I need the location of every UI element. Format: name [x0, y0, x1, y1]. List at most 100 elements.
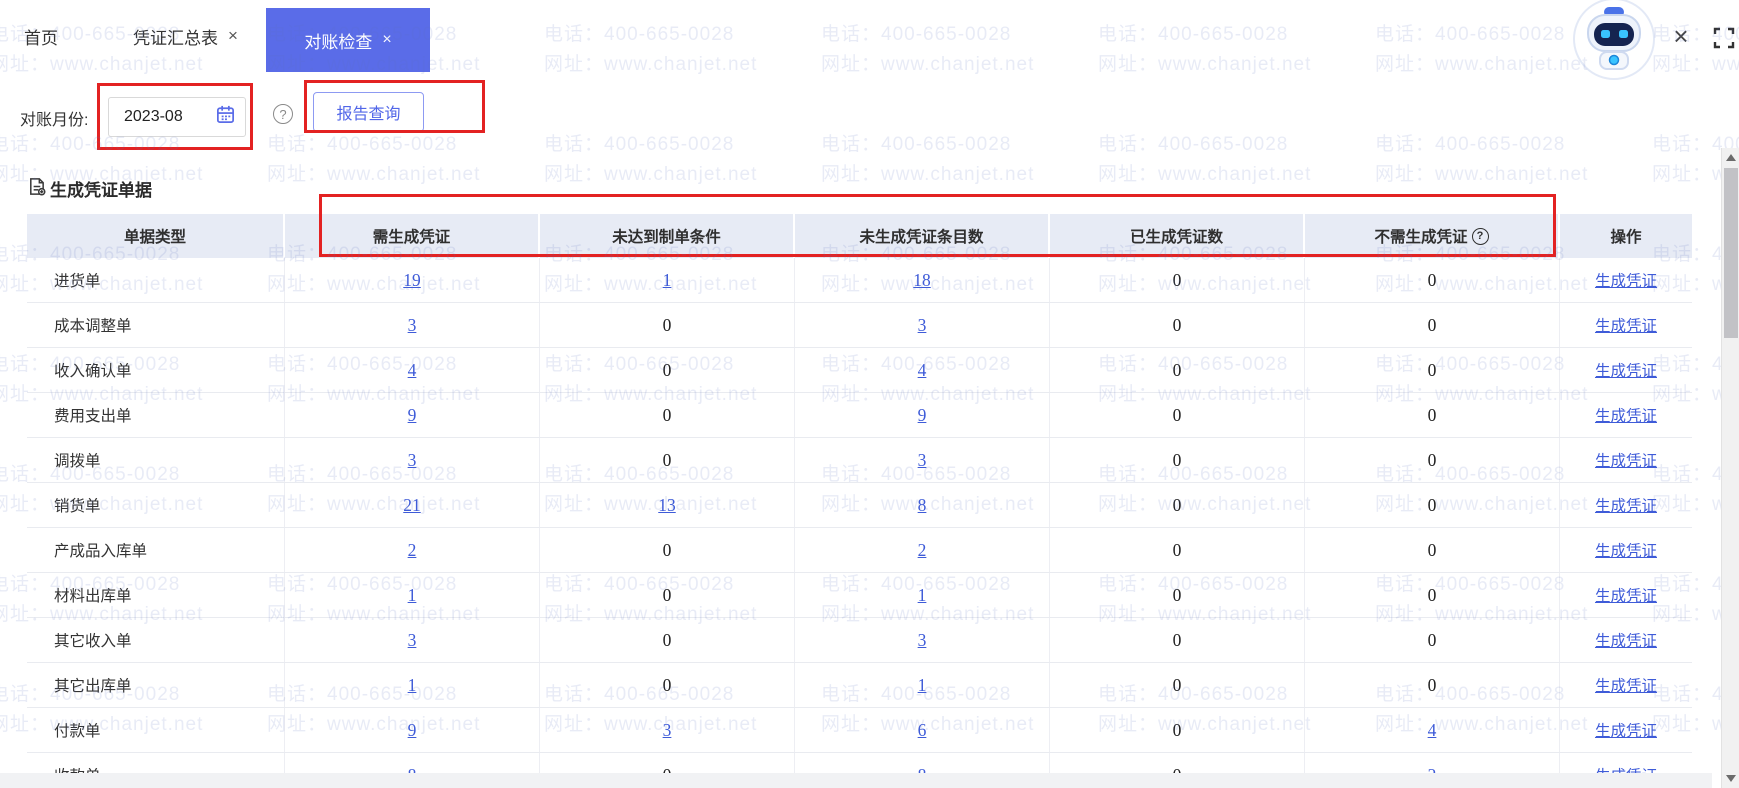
col-header-not-generated: 未生成凭证条目数 [795, 214, 1050, 258]
calendar-icon[interactable] [215, 104, 236, 130]
need-voucher-cell[interactable]: 19 [285, 258, 540, 302]
not-ready-cell: 0 [540, 438, 795, 482]
generate-voucher-link[interactable]: 生成凭证 [1595, 314, 1657, 336]
table-row: 成本调整单 3 0 3 0 0 生成凭证 [27, 303, 1692, 348]
not-ready-cell: 0 [540, 528, 795, 572]
generated-count-cell: 0 [1050, 663, 1305, 707]
need-voucher-cell[interactable]: 9 [285, 393, 540, 437]
doc-type-cell: 销货单 [27, 483, 285, 527]
help-icon[interactable]: ? [1471, 227, 1489, 245]
not-ready-cell[interactable]: 1 [540, 258, 795, 302]
no-need-cell: 0 [1305, 663, 1560, 707]
not-generated-cell[interactable]: 8 [795, 483, 1050, 527]
generated-count-cell: 0 [1050, 528, 1305, 572]
month-value: 2023-08 [124, 108, 183, 125]
need-voucher-cell[interactable]: 2 [285, 528, 540, 572]
generated-count-cell: 0 [1050, 483, 1305, 527]
tab-label: 凭证汇总表 [133, 28, 218, 48]
watermark-text: 电话：400-665-0028网址：www.chanjet.net [1375, 134, 1589, 185]
generate-voucher-link[interactable]: 生成凭证 [1595, 674, 1657, 696]
no-need-cell: 0 [1305, 483, 1560, 527]
need-voucher-cell[interactable]: 1 [285, 663, 540, 707]
month-input[interactable]: 2023-08 [108, 97, 246, 137]
tab-reconciliation-check[interactable]: 对账检查 × [266, 8, 430, 72]
not-generated-cell[interactable]: 1 [795, 663, 1050, 707]
table-row: 费用支出单 9 0 9 0 0 生成凭证 [27, 393, 1692, 438]
not-ready-cell: 0 [540, 393, 795, 437]
doc-type-cell: 产成品入库单 [27, 528, 285, 572]
not-generated-cell[interactable]: 18 [795, 258, 1050, 302]
no-need-cell: 0 [1305, 348, 1560, 392]
col-header-no-need: 不需生成凭证 ? [1305, 214, 1560, 258]
not-ready-cell[interactable]: 13 [540, 483, 795, 527]
document-icon [27, 177, 46, 201]
tab-voucher-summary[interactable]: 凭证汇总表 × [133, 0, 238, 72]
generate-voucher-link[interactable]: 生成凭证 [1595, 494, 1657, 516]
table-row: 销货单 21 13 8 0 0 生成凭证 [27, 483, 1692, 528]
scroll-down-icon[interactable] [1726, 775, 1736, 782]
table-row: 材料出库单 1 0 1 0 0 生成凭证 [27, 573, 1692, 618]
close-icon[interactable]: × [1665, 20, 1697, 52]
no-need-cell: 0 [1305, 528, 1560, 572]
doc-type-cell: 成本调整单 [27, 303, 285, 347]
generated-count-cell: 0 [1050, 393, 1305, 437]
watermark-text: 电话：400-665-0028网址：www.chanjet.net [544, 134, 758, 185]
tab-close-icon[interactable]: × [382, 31, 391, 49]
generate-voucher-link[interactable]: 生成凭证 [1595, 359, 1657, 381]
need-voucher-cell[interactable]: 9 [285, 708, 540, 752]
vertical-scrollbar[interactable] [1721, 148, 1739, 788]
no-need-cell: 0 [1305, 258, 1560, 302]
not-generated-cell[interactable]: 3 [795, 618, 1050, 662]
generate-voucher-link[interactable]: 生成凭证 [1595, 404, 1657, 426]
not-ready-cell[interactable]: 3 [540, 708, 795, 752]
tab-home[interactable]: 首页 [24, 0, 58, 72]
no-need-cell: 0 [1305, 303, 1560, 347]
need-voucher-cell[interactable]: 3 [285, 618, 540, 662]
generate-voucher-link[interactable]: 生成凭证 [1595, 539, 1657, 561]
col-header-doc-type: 单据类型 [27, 214, 285, 258]
doc-type-cell: 调拨单 [27, 438, 285, 482]
need-voucher-cell[interactable]: 1 [285, 573, 540, 617]
generated-count-cell: 0 [1050, 618, 1305, 662]
watermark-text: 电话：400-665-0028网址：www.chanjet.net [821, 134, 1035, 185]
report-query-button[interactable]: 报告查询 [313, 92, 424, 132]
need-voucher-cell[interactable]: 3 [285, 303, 540, 347]
assistant-robot-avatar[interactable] [1572, 0, 1656, 81]
tab-close-icon[interactable]: × [228, 26, 238, 46]
generate-voucher-link[interactable]: 生成凭证 [1595, 584, 1657, 606]
generate-voucher-link[interactable]: 生成凭证 [1595, 629, 1657, 651]
need-voucher-cell[interactable]: 4 [285, 348, 540, 392]
need-voucher-cell[interactable]: 3 [285, 438, 540, 482]
doc-type-cell: 进货单 [27, 258, 285, 302]
not-generated-cell[interactable]: 1 [795, 573, 1050, 617]
fullscreen-icon[interactable] [1712, 26, 1736, 50]
col-header-action: 操作 [1610, 229, 1642, 246]
table-row: 其它出库单 1 0 1 0 0 生成凭证 [27, 663, 1692, 708]
table-body: 进货单 19 1 18 0 0 生成凭证 成本调整单 3 0 3 0 0 生成凭… [27, 258, 1692, 788]
not-generated-cell[interactable]: 3 [795, 438, 1050, 482]
generate-voucher-link[interactable]: 生成凭证 [1595, 719, 1657, 741]
no-need-cell: 0 [1305, 573, 1560, 617]
help-icon[interactable]: ? [273, 104, 293, 124]
generated-count-cell: 0 [1050, 573, 1305, 617]
generate-voucher-link[interactable]: 生成凭证 [1595, 449, 1657, 471]
scrollbar-thumb[interactable] [1724, 168, 1738, 338]
table-row: 进货单 19 1 18 0 0 生成凭证 [27, 258, 1692, 303]
table-row: 产成品入库单 2 0 2 0 0 生成凭证 [27, 528, 1692, 573]
not-generated-cell[interactable]: 2 [795, 528, 1050, 572]
not-generated-cell[interactable]: 6 [795, 708, 1050, 752]
not-generated-cell[interactable]: 4 [795, 348, 1050, 392]
need-voucher-cell[interactable]: 21 [285, 483, 540, 527]
not-generated-cell[interactable]: 3 [795, 303, 1050, 347]
generated-count-cell: 0 [1050, 303, 1305, 347]
generated-count-cell: 0 [1050, 708, 1305, 752]
no-need-cell[interactable]: 4 [1305, 708, 1560, 752]
table-row: 收入确认单 4 0 4 0 0 生成凭证 [27, 348, 1692, 393]
table-header-row: 单据类型 需生成凭证 未达到制单条件 未生成凭证条目数 已生成凭证数 不需生成凭… [27, 214, 1692, 258]
scroll-up-icon[interactable] [1726, 154, 1736, 161]
not-generated-cell[interactable]: 9 [795, 393, 1050, 437]
generate-voucher-link[interactable]: 生成凭证 [1595, 269, 1657, 291]
tab-label: 对账检查 [304, 32, 373, 52]
tab-bar: 首页 凭证汇总表 × 对账检查 × × [0, 0, 1739, 80]
not-ready-cell: 0 [540, 618, 795, 662]
